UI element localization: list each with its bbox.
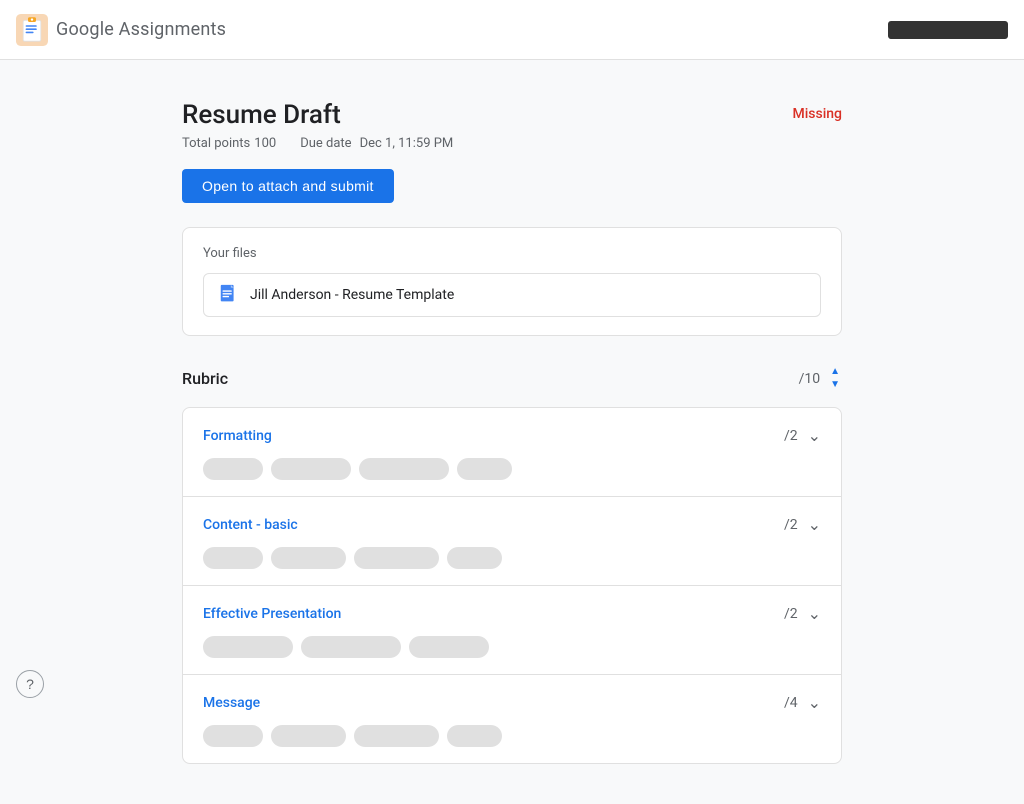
rubric-score-area: /10 ▲ ▼	[799, 366, 842, 391]
tag	[359, 458, 449, 480]
rubric-item-title-message[interactable]: Message	[203, 695, 260, 711]
app-title: Google Assignments	[56, 19, 226, 40]
due-date-val: Dec 1, 11:59 PM	[360, 136, 454, 151]
rubric-card: Formatting /2 ⌄ Content - basic /2 ⌄	[182, 407, 842, 764]
tag	[354, 547, 439, 569]
submit-button[interactable]: Open to attach and submit	[182, 169, 394, 203]
rubric-item-header-message: Message /4 ⌄	[203, 693, 821, 713]
due-date-label: Due date	[300, 136, 351, 151]
rubric-expand-effective-presentation[interactable]: ⌄	[808, 604, 821, 624]
file-name: Jill Anderson - Resume Template	[250, 287, 454, 303]
total-points-value: 100	[254, 136, 276, 151]
tag	[271, 458, 351, 480]
rubric-stepper[interactable]: ▲ ▼	[828, 366, 842, 391]
total-points-item: Total points 100	[182, 136, 276, 151]
tag	[203, 458, 263, 480]
files-label: Your files	[203, 246, 821, 261]
rubric-expand-formatting[interactable]: ⌄	[808, 426, 821, 446]
rubric-tags-formatting	[203, 458, 821, 480]
tag	[301, 636, 401, 658]
rubric-expand-message[interactable]: ⌄	[808, 693, 821, 713]
tag	[271, 547, 346, 569]
tag	[447, 725, 502, 747]
app-header: Google Assignments	[0, 0, 1024, 60]
rubric-tags-effective-presentation	[203, 636, 821, 658]
rubric-item-title-effective-presentation[interactable]: Effective Presentation	[203, 606, 341, 622]
assignment-meta: Total points 100 Due date Dec 1, 11:59 P…	[182, 136, 842, 151]
rubric-item-content-basic: Content - basic /2 ⌄	[183, 497, 841, 586]
tag	[203, 547, 263, 569]
rubric-item-formatting: Formatting /2 ⌄	[183, 408, 841, 497]
tag	[203, 725, 263, 747]
header-account-area	[888, 21, 1008, 39]
tag	[447, 547, 502, 569]
rubric-header: Rubric /10 ▲ ▼	[182, 366, 842, 391]
rubric-item-right-message: /4 ⌄	[784, 693, 821, 713]
assignment-title: Resume Draft	[182, 100, 341, 130]
rubric-title: Rubric	[182, 369, 228, 388]
rubric-up-arrow[interactable]: ▲	[828, 366, 842, 378]
rubric-down-arrow[interactable]: ▼	[828, 379, 842, 391]
files-card: Your files Jill Anderson - Resume Templa…	[182, 227, 842, 336]
file-item[interactable]: Jill Anderson - Resume Template	[203, 273, 821, 317]
rubric-tags-message	[203, 725, 821, 747]
tag	[354, 725, 439, 747]
rubric-item-header-content-basic: Content - basic /2 ⌄	[203, 515, 821, 535]
tag	[409, 636, 489, 658]
rubric-item-title-content-basic[interactable]: Content - basic	[203, 517, 298, 533]
tag	[203, 636, 293, 658]
logo-area: Google Assignments	[16, 14, 226, 46]
due-date-item: Due date Dec 1, 11:59 PM	[300, 136, 453, 151]
rubric-item-score-formatting: /2	[784, 428, 798, 444]
rubric-item-score-content-basic: /2	[784, 517, 798, 533]
rubric-item-score-effective-presentation: /2	[784, 606, 798, 622]
rubric-item-header-formatting: Formatting /2 ⌄	[203, 426, 821, 446]
rubric-total-score: /10	[799, 371, 821, 387]
missing-badge: Missing	[792, 100, 842, 122]
total-points-label: Total points	[182, 136, 250, 151]
footer: ?	[16, 670, 44, 698]
main-content: Resume Draft Missing Total points 100 Du…	[162, 60, 862, 804]
rubric-item-header-effective-presentation: Effective Presentation /2 ⌄	[203, 604, 821, 624]
app-logo-icon	[16, 14, 48, 46]
tag	[271, 725, 346, 747]
rubric-item-score-message: /4	[784, 695, 798, 711]
rubric-item-message: Message /4 ⌄	[183, 675, 841, 763]
rubric-expand-content-basic[interactable]: ⌄	[808, 515, 821, 535]
rubric-item-effective-presentation: Effective Presentation /2 ⌄	[183, 586, 841, 675]
rubric-item-title-formatting[interactable]: Formatting	[203, 428, 272, 444]
google-docs-icon	[218, 284, 240, 306]
rubric-item-right-formatting: /2 ⌄	[784, 426, 821, 446]
tag	[457, 458, 512, 480]
rubric-item-right-content-basic: /2 ⌄	[784, 515, 821, 535]
rubric-tags-content-basic	[203, 547, 821, 569]
help-button[interactable]: ?	[16, 670, 44, 698]
rubric-item-right-effective-presentation: /2 ⌄	[784, 604, 821, 624]
assignment-header: Resume Draft Missing	[182, 100, 842, 130]
